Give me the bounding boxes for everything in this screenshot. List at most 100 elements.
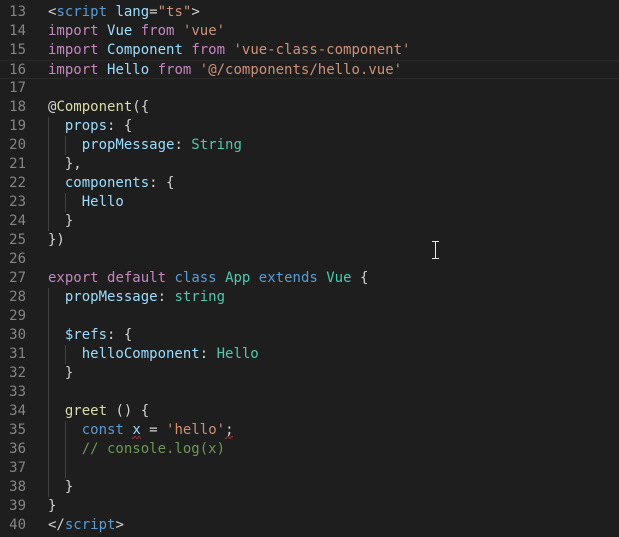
code-token: from	[191, 42, 226, 58]
code-token: >	[191, 4, 200, 20]
code-token: $refs	[64, 327, 108, 343]
code-text: </script>	[48, 516, 124, 535]
code-token: : {	[149, 175, 175, 191]
code-token: const	[81, 422, 124, 438]
code-line[interactable]: 31 helloComponent: Hello	[0, 345, 619, 364]
code-token: Vue	[326, 270, 352, 286]
code-token: 'vue'	[182, 23, 226, 39]
code-line[interactable]: 14 import Vue from 'vue'	[0, 22, 619, 41]
code-line[interactable]: 15 import Component from 'vue-class-compo…	[0, 41, 619, 60]
code-token: :	[174, 137, 192, 153]
code-token: '@/components/hello.vue'	[199, 62, 403, 78]
code-text: <script lang="ts">	[48, 3, 200, 22]
indent-guide	[48, 383, 49, 402]
code-line[interactable]: 32 }	[0, 364, 619, 383]
code-token: })	[48, 232, 65, 248]
code-line[interactable]: 18 @Component({	[0, 98, 619, 117]
line-number: 31	[9, 346, 26, 362]
line-number: 19	[9, 118, 26, 134]
line-number: 29	[9, 308, 26, 324]
line-number: 21	[9, 156, 26, 172]
code-line[interactable]: 13 <script lang="ts">	[0, 3, 619, 22]
line-number: 17	[9, 80, 26, 96]
code-token: =	[140, 422, 167, 438]
code-text: }	[48, 364, 73, 383]
code-line[interactable]: 28 propMessage: string	[0, 288, 619, 307]
code-text: import Component from 'vue-class-compone…	[48, 41, 410, 60]
code-token: props	[64, 118, 108, 134]
code-text: const x = 'hello';	[48, 421, 234, 440]
code-text: import Vue from 'vue'	[48, 22, 225, 41]
code-token: :	[199, 346, 217, 362]
code-token: script	[56, 4, 108, 20]
code-text: Hello	[48, 193, 124, 212]
code-line[interactable]: 22 components: {	[0, 174, 619, 193]
code-text: components: {	[48, 174, 175, 193]
code-token: : {	[107, 327, 133, 343]
code-line[interactable]: 24 }	[0, 212, 619, 231]
code-line[interactable]: 29	[0, 307, 619, 326]
code-line[interactable]: 40 </script>	[0, 516, 619, 535]
code-text: $refs: {	[48, 326, 132, 345]
code-token: 'vue-class-component'	[233, 42, 411, 58]
code-token: import	[48, 23, 99, 39]
code-line[interactable]: 17	[0, 79, 619, 98]
code-line[interactable]: 30 $refs: {	[0, 326, 619, 345]
code-text: propMessage: String	[48, 136, 242, 155]
line-number: 22	[9, 175, 26, 191]
code-text: @Component({	[48, 98, 149, 117]
code-line[interactable]: 20 propMessage: String	[0, 136, 619, 155]
line-number: 20	[9, 137, 26, 153]
code-line[interactable]: 23 Hello	[0, 193, 619, 212]
code-line[interactable]: 38 }	[0, 478, 619, 497]
line-number: 36	[9, 441, 26, 457]
code-token: propMessage	[64, 289, 158, 305]
line-number: 33	[9, 384, 26, 400]
code-line[interactable]: 36 // console.log(x)	[0, 440, 619, 459]
code-line[interactable]: 19 props: {	[0, 117, 619, 136]
code-token: // console.log(x)	[81, 441, 226, 457]
code-line[interactable]: 27 export default class App extends Vue {	[0, 269, 619, 288]
line-number: 16	[9, 62, 26, 78]
code-line[interactable]: 21 },	[0, 155, 619, 174]
indent-guide	[48, 459, 49, 478]
code-text: propMessage: string	[48, 288, 225, 307]
code-token: String	[191, 137, 242, 153]
code-line[interactable]: 35 const x = 'hello';	[0, 421, 619, 440]
code-text: greet () {	[48, 402, 149, 421]
line-number: 27	[9, 270, 26, 286]
code-token: }	[48, 479, 74, 495]
code-line[interactable]: 26	[0, 250, 619, 269]
code-token: :	[157, 289, 175, 305]
line-number: 15	[9, 42, 26, 58]
code-token: string	[174, 289, 226, 305]
line-number: 39	[9, 498, 26, 514]
code-line[interactable]: 33	[0, 383, 619, 402]
code-editor[interactable]: 13 <script lang="ts"> 14 import Vue from 'v…	[0, 0, 619, 537]
code-token: export	[48, 270, 99, 286]
code-line[interactable]: 16 import Hello from '@/components/hello.…	[0, 60, 619, 79]
code-token: propMessage	[81, 137, 175, 153]
code-token: "ts"	[157, 4, 192, 20]
line-number: 30	[9, 327, 26, 343]
code-token: App	[225, 270, 251, 286]
code-text: })	[48, 231, 65, 250]
code-line[interactable]: 25})	[0, 231, 619, 250]
code-line[interactable]: 34 greet () {	[0, 402, 619, 421]
code-line[interactable]: 37	[0, 459, 619, 478]
code-line[interactable]: 39}	[0, 497, 619, 516]
code-token: </	[48, 517, 65, 533]
code-token: components	[64, 175, 150, 191]
code-token: Component	[107, 42, 183, 58]
line-number: 23	[9, 194, 26, 210]
line-number: 25	[9, 232, 26, 248]
code-token: script	[64, 517, 116, 533]
line-number: 35	[9, 422, 26, 438]
